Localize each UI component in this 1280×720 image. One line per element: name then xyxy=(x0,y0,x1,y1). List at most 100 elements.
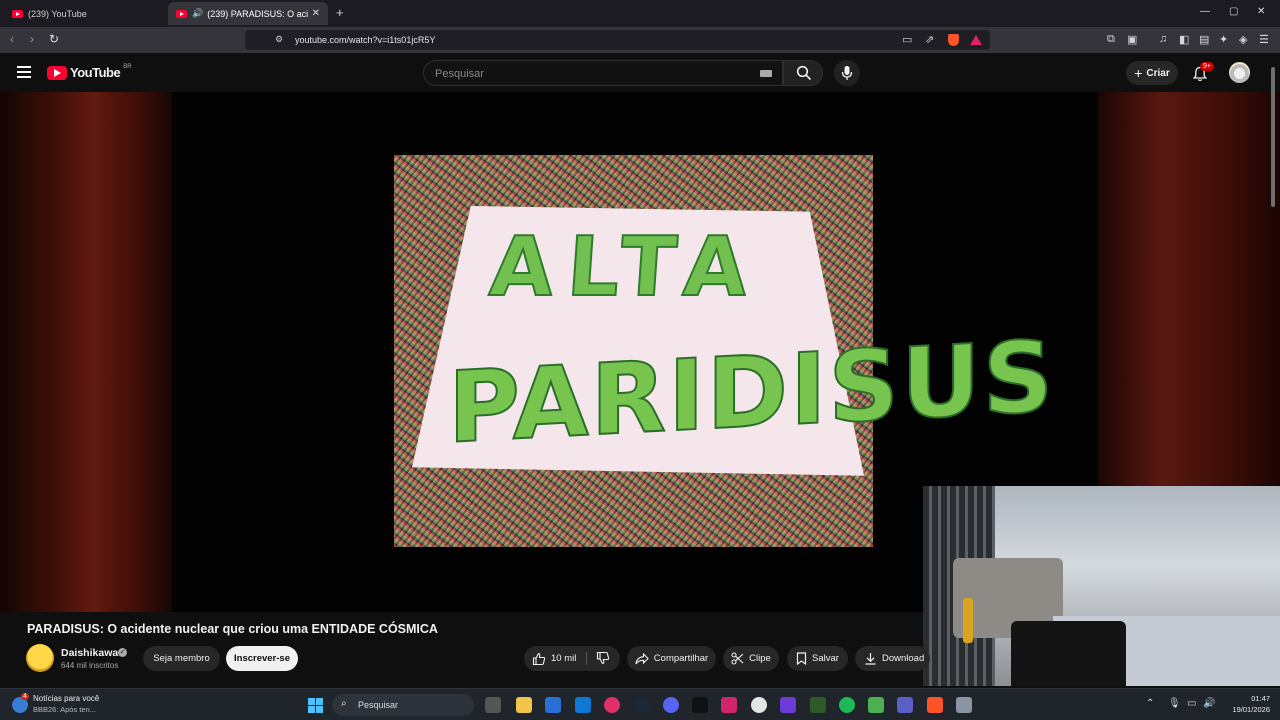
store-icon[interactable] xyxy=(545,697,561,713)
youtube-favicon-icon xyxy=(176,9,187,18)
subscribe-label: Inscrever-se xyxy=(234,653,290,664)
restore-window-button[interactable]: ▢ xyxy=(1229,6,1238,17)
account-avatar[interactable] xyxy=(1229,62,1250,83)
video-title: PARADISUS: O acidente nuclear que criou … xyxy=(27,622,438,636)
webcam-overlay xyxy=(923,486,1280,686)
minecraft-icon[interactable] xyxy=(868,697,884,713)
volume-icon[interactable]: 🔊 xyxy=(1203,698,1215,709)
share-page-icon[interactable]: ⇗ xyxy=(925,33,934,46)
thumbs-down-icon[interactable] xyxy=(596,651,610,665)
cast-icon[interactable]: ▭ xyxy=(902,33,912,46)
extensions-icon[interactable]: ⧉ xyxy=(1107,33,1115,46)
youtube-wordmark: YouTube xyxy=(70,65,121,80)
address-bar[interactable]: ⚙ youtube.com/watch?v=i1ts01jcR5Y ▭ ⇗ xyxy=(245,30,990,50)
wallet-panel-icon[interactable]: ▤ xyxy=(1199,33,1209,46)
system-clock[interactable]: 01:47 19/01/2026 xyxy=(1222,693,1270,715)
brave-browser-icon[interactable] xyxy=(927,697,943,713)
file-explorer-icon[interactable] xyxy=(516,697,532,713)
tab-video-active[interactable]: 🔊 (239) PARADISUS: O acidente nuclear qu… xyxy=(168,2,328,25)
steam-icon[interactable] xyxy=(634,697,650,713)
voice-search-button[interactable] xyxy=(834,60,860,86)
close-tab-icon[interactable]: ✕ xyxy=(312,8,320,19)
brave-shields-icon[interactable] xyxy=(948,34,959,46)
subscriber-count: 644 mil inscritos xyxy=(61,661,119,670)
media-icon[interactable]: ♫ xyxy=(1159,33,1167,45)
app-icon-grey[interactable] xyxy=(956,697,972,713)
subscribe-button[interactable]: Inscrever-se xyxy=(226,646,298,671)
obs-icon[interactable] xyxy=(751,697,767,713)
channel-avatar[interactable] xyxy=(26,644,54,672)
clock-time: 01:47 xyxy=(1251,694,1270,703)
search-icon xyxy=(796,65,812,81)
teams-icon[interactable] xyxy=(897,697,913,713)
taskbar-search[interactable]: ⌕ Pesquisar xyxy=(332,694,474,716)
brave-rewards-icon[interactable] xyxy=(970,35,982,45)
menu-icon[interactable]: ☰ xyxy=(1259,33,1269,46)
site-info-icon[interactable]: ⚙ xyxy=(275,34,283,45)
typing-app-icon[interactable] xyxy=(721,697,737,713)
like-count: 10 mil xyxy=(551,653,577,664)
clock-date: 19/01/2026 xyxy=(1232,705,1270,714)
region-code: BR xyxy=(123,63,132,70)
network-icon[interactable]: ▭ xyxy=(1187,698,1196,709)
youtube-logo[interactable]: YouTube BR xyxy=(47,63,132,80)
back-button[interactable]: ‹ xyxy=(10,32,14,46)
vpn-icon[interactable]: ◈ xyxy=(1239,33,1247,46)
reload-button[interactable]: ↻ xyxy=(49,32,59,46)
windows-start-icon[interactable] xyxy=(308,698,323,713)
join-membership-button[interactable]: Seja membro xyxy=(143,646,220,671)
browser-toolbar: ‹ › ↻ 🔖 ⚙ youtube.com/watch?v=i1ts01jcR5… xyxy=(0,27,1280,53)
create-button[interactable]: + Criar xyxy=(1126,61,1178,85)
new-tab-button[interactable]: + xyxy=(336,5,344,20)
wallet-icon[interactable]: ▣ xyxy=(1127,33,1137,46)
discord-icon[interactable] xyxy=(663,697,679,713)
bottle xyxy=(963,598,973,643)
news-widget-title[interactable]: Notícias para você xyxy=(33,694,99,703)
outlook-icon[interactable] xyxy=(575,697,591,713)
windows-taskbar: 4 Notícias para você BBB26: Após ten... … xyxy=(0,688,1280,720)
leo-ai-icon[interactable]: ✦ xyxy=(1219,33,1228,46)
thumbs-up-icon xyxy=(532,652,546,665)
ambient-glow-left xyxy=(0,92,172,612)
search-placeholder: Pesquisar xyxy=(435,68,484,80)
gaming-chair xyxy=(1011,621,1126,686)
minimize-window-button[interactable]: — xyxy=(1200,6,1210,17)
keyboard-icon[interactable] xyxy=(760,70,772,77)
scrollbar-thumb[interactable] xyxy=(1271,67,1275,207)
like-button[interactable]: 10 mil xyxy=(524,646,620,671)
notification-count-badge: 9+ xyxy=(1200,62,1214,71)
news-widget-subtitle[interactable]: BBB26: Após ten... xyxy=(33,705,96,714)
microphone-icon xyxy=(841,66,853,80)
youtube-header: YouTube BR Pesquisar + Criar 9+ xyxy=(0,53,1280,92)
clip-button[interactable]: Clipe xyxy=(723,646,779,671)
speaker-icon[interactable]: 🔊 xyxy=(192,8,203,19)
save-button[interactable]: Salvar xyxy=(787,646,848,671)
plus-icon: + xyxy=(1134,65,1143,81)
forward-button[interactable]: › xyxy=(30,32,34,46)
spotify-icon[interactable] xyxy=(839,697,855,713)
task-view-icon[interactable] xyxy=(485,697,501,713)
url-text: youtube.com/watch?v=i1ts01jcR5Y xyxy=(295,35,436,45)
app-icon-green[interactable] xyxy=(810,697,826,713)
scissors-icon xyxy=(731,652,744,665)
page-scrollbar[interactable] xyxy=(1269,57,1277,687)
show-hidden-icons-icon[interactable]: ⌃ xyxy=(1146,698,1154,709)
tab-label: (239) PARADISUS: O acidente nuclear que … xyxy=(207,8,307,19)
close-window-button[interactable]: ✕ xyxy=(1257,6,1265,17)
tab-youtube-home[interactable]: (239) YouTube xyxy=(4,2,166,25)
bookmark-save-icon xyxy=(796,652,807,665)
download-button[interactable]: Download xyxy=(855,646,930,671)
search-input[interactable]: Pesquisar xyxy=(423,60,783,86)
channel-name[interactable]: Daishikawa xyxy=(61,647,118,659)
app-icon-purple[interactable] xyxy=(780,697,796,713)
microphone-tray-icon[interactable]: 🎙 xyxy=(1168,698,1181,709)
opera-icon[interactable] xyxy=(604,697,620,713)
share-button[interactable]: Compartilhar xyxy=(627,646,716,671)
sidebar-icon[interactable]: ◧ xyxy=(1179,33,1189,46)
guide-menu-icon[interactable] xyxy=(17,66,31,78)
browser-tab-bar: (239) YouTube 🔊 (239) PARADISUS: O acide… xyxy=(0,0,1280,27)
share-label: Compartilhar xyxy=(653,653,709,664)
search-button[interactable] xyxy=(783,60,823,86)
join-label: Seja membro xyxy=(153,653,210,664)
tiktok-icon[interactable] xyxy=(692,697,708,713)
